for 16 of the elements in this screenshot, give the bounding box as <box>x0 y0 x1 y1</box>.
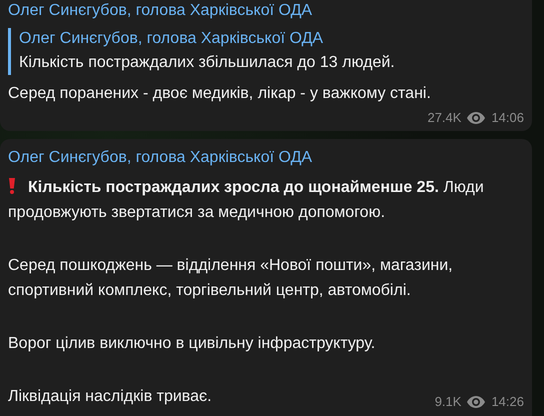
message-time: 14:26 <box>491 394 524 409</box>
view-count: 27.4K <box>427 110 462 125</box>
message-text: Серед поранених - двоє медиків, лікар - у важкому стані. <box>8 84 432 104</box>
view-count: 9.1K <box>434 394 462 409</box>
views-icon <box>467 112 486 124</box>
author-name: Олег Синєгубов, голова Харківської ОДА <box>8 148 314 168</box>
message-text: Ліквідація наслідків триває. <box>8 387 212 407</box>
views-icon <box>467 396 486 408</box>
message-text: Серед пошкоджень — відділення «Нової пошти», магазини, спортивний комплекс, торгівельний центр, автомобілі. <box>8 256 454 301</box>
message-time: 14:06 <box>491 110 524 125</box>
reply-quote[interactable]: Олег Синєгубов, голова Харківської ОДА Кількість постраждалих збільшилася до 13 людей. <box>8 28 524 75</box>
message-text: Ворог цілив виключно в цивільну інфраструктуру. <box>8 334 376 354</box>
message-text: Кількість постраждалих зросла до щонайменше 25. Люди продовжують звертатися за медичною допомогою. <box>8 177 485 223</box>
quote-author: Олег Синєгубов, голова Харківської ОДА <box>19 29 324 49</box>
quote-text: Кількість постраждалих збільшилася до 13 людей. <box>19 53 396 73</box>
author-name: Олег Синєгубов, голова Харківської ОДА <box>8 1 314 21</box>
